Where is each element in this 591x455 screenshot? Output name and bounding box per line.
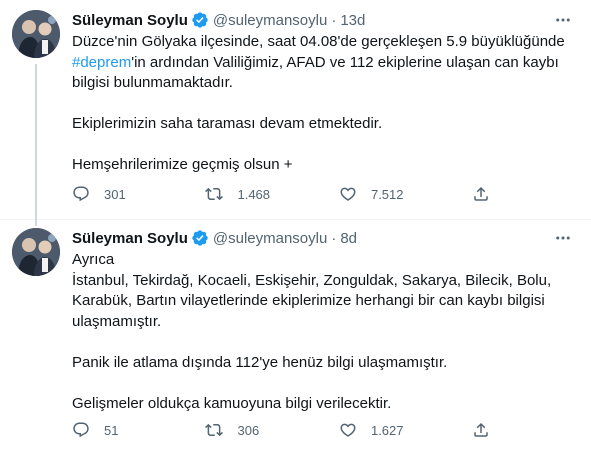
more-icon[interactable]	[553, 230, 573, 246]
separator-dot: ·	[331, 229, 337, 247]
like-icon	[340, 187, 356, 201]
reply-button[interactable]: 301	[72, 184, 205, 204]
tweet-text: Düzce'nin Gölyaka ilçesinde, saat 04.08'…	[72, 32, 579, 176]
tweet-text-fragment: 'in ardından Valiliğimiz, AFAD ve 112 ek…	[131, 53, 559, 71]
tweet-text-line: ulaşmamıştır.	[72, 312, 162, 330]
author-handle[interactable]: @suleymansoylu	[213, 230, 327, 247]
avatar-column	[12, 10, 60, 58]
share-button[interactable]	[472, 184, 512, 204]
tweet-text-line: Ayrıca	[72, 251, 115, 268]
tweet-text-line: Panik ile atlama dışında 112'ye henüz bi…	[72, 353, 448, 371]
retweet-count: 306	[237, 422, 260, 438]
tweet-text-line: Karabük, Bartın vilayetlerinde ekiplerim…	[72, 292, 545, 309]
avatar[interactable]	[12, 228, 60, 276]
author-handle[interactable]: @suleymansoylu	[213, 12, 327, 29]
retweet-count: 1.468	[237, 186, 271, 202]
like-count: 7.512	[370, 186, 404, 202]
like-count: 1.627	[370, 422, 404, 438]
tweet[interactable]: Süleyman Soylu @suleymansoylu · 8d Ayrıc…	[0, 220, 591, 455]
reply-count: 51	[104, 422, 119, 438]
reply-button[interactable]: 51	[72, 420, 205, 440]
tweet-header: Süleyman Soylu @suleymansoylu · 8d	[72, 228, 579, 248]
tweet-text-line: Hemşehrilerimize geçmiş olsun +	[72, 156, 293, 173]
tweet-thread: Süleyman Soylu @suleymansoylu · 13d Düzc…	[0, 0, 591, 455]
retweet-icon	[205, 187, 224, 201]
tweet-timestamp[interactable]: 8d	[340, 230, 357, 247]
retweet-button[interactable]: 306	[205, 420, 338, 440]
avatar-column	[12, 228, 60, 276]
more-icon[interactable]	[553, 12, 573, 28]
avatar-image	[12, 10, 60, 58]
thread-connector-line	[35, 64, 37, 226]
retweet-button[interactable]: 1.468	[205, 184, 338, 204]
avatar-image	[12, 228, 60, 276]
tweet-text-line: Ekiplerimizin saha taraması devam etmekt…	[72, 115, 383, 132]
author-name[interactable]: Süleyman Soylu	[72, 12, 188, 29]
tweet-timestamp[interactable]: 13d	[340, 12, 365, 29]
tweet-actions: 51 306 1.627	[72, 420, 512, 440]
tweet-content: Süleyman Soylu @suleymansoylu · 13d Düzc…	[72, 10, 579, 176]
tweet-actions: 301 1.468 7.512	[72, 184, 512, 204]
author-name[interactable]: Süleyman Soylu	[72, 230, 188, 247]
tweet-text-line: Düzce'nin Gölyaka ilçesinde, saat 04.08'…	[72, 33, 565, 50]
reply-icon	[73, 422, 89, 438]
tweet-text: Ayrıca İstanbul, Tekirdağ, Kocaeli, Eski…	[72, 250, 579, 414]
reply-icon	[73, 186, 89, 202]
share-button[interactable]	[472, 420, 512, 440]
tweet-text-line: #deprem'in ardından Valiliğimiz, AFAD ve…	[72, 53, 579, 74]
tweet[interactable]: Süleyman Soylu @suleymansoylu · 13d Düzc…	[0, 0, 591, 226]
verified-badge-icon	[191, 11, 209, 29]
reply-count: 301	[104, 186, 126, 202]
verified-badge-icon	[191, 229, 209, 247]
tweet-content: Süleyman Soylu @suleymansoylu · 8d Ayrıc…	[72, 228, 579, 414]
share-icon	[474, 422, 489, 437]
tweet-text-line: Gelişmeler oldukça kamuoyuna bilgi veril…	[72, 394, 392, 412]
like-button[interactable]: 7.512	[339, 184, 472, 204]
tweet-header: Süleyman Soylu @suleymansoylu · 13d	[72, 10, 579, 30]
like-button[interactable]: 1.627	[339, 420, 472, 440]
tweet-text-line: İstanbul, Tekirdağ, Kocaeli, Eskişehir, …	[72, 271, 552, 289]
hashtag-link[interactable]: #deprem	[72, 54, 131, 71]
tweet-text-line: bilgisi bulunmamaktadır.	[72, 74, 233, 91]
avatar[interactable]	[12, 10, 60, 58]
separator-dot: ·	[331, 11, 337, 29]
retweet-icon	[205, 423, 224, 437]
share-icon	[474, 186, 489, 201]
like-icon	[340, 423, 356, 437]
